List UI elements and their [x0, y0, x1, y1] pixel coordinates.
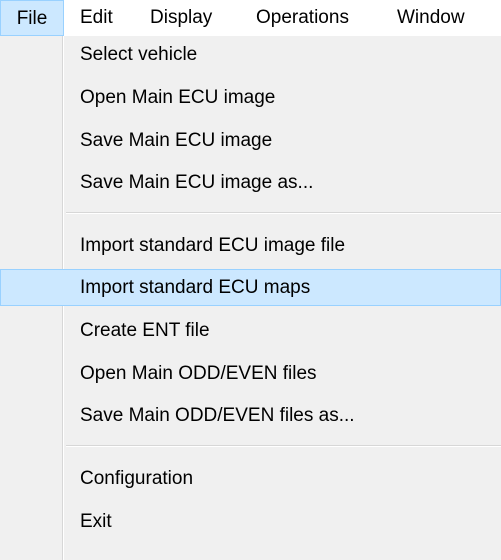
menu-item-exit[interactable]: Exit	[0, 503, 501, 540]
menu-item-open-main-ecu-image[interactable]: Open Main ECU image	[0, 79, 501, 116]
menu-item-label: Configuration	[80, 468, 194, 489]
menu-window[interactable]: Window	[397, 0, 465, 36]
menu-item-save-main-ecu-image[interactable]: Save Main ECU image	[0, 122, 501, 159]
menu-item-save-main-odd-even-files-as[interactable]: Save Main ODD/EVEN files as...	[0, 397, 501, 434]
menu-separator	[66, 212, 501, 214]
menu-item-label: Save Main ODD/EVEN files as...	[80, 405, 355, 426]
menu-item-label: Select vehicle	[80, 44, 198, 65]
menu-item-label: Import standard ECU maps	[80, 277, 311, 298]
menu-item-label: Exit	[80, 511, 112, 532]
menu-item-import-standard-ecu-maps[interactable]: Import standard ECU maps	[0, 269, 501, 306]
menu-file[interactable]: File	[0, 0, 64, 36]
menu-item-label: Open Main ODD/EVEN files	[80, 363, 317, 384]
menu-item-label: Import standard ECU image file	[80, 235, 346, 256]
menu-item-configuration[interactable]: Configuration	[0, 460, 501, 497]
menu-edit[interactable]: Edit	[80, 0, 113, 36]
menu-item-save-main-ecu-image-as[interactable]: Save Main ECU image as...	[0, 164, 501, 201]
menu-item-select-vehicle[interactable]: Select vehicle	[0, 36, 501, 73]
menu-display[interactable]: Display	[150, 0, 212, 36]
menu-item-label: Save Main ECU image as...	[80, 172, 314, 193]
file-menu-dropdown: Select vehicle Open Main ECU image Save …	[0, 36, 501, 560]
menu-item-open-main-odd-even-files[interactable]: Open Main ODD/EVEN files	[0, 355, 501, 392]
menu-item-label: Create ENT file	[80, 320, 210, 341]
menu-bar: File Edit Display Operations Window	[0, 0, 501, 36]
menu-operations[interactable]: Operations	[256, 0, 349, 36]
menu-item-label: Save Main ECU image	[80, 130, 273, 151]
menu-separator	[66, 445, 501, 447]
menu-item-label: Open Main ECU image	[80, 87, 276, 108]
menu-item-create-ent-file[interactable]: Create ENT file	[0, 312, 501, 349]
menu-item-import-standard-ecu-image-file[interactable]: Import standard ECU image file	[0, 227, 501, 264]
